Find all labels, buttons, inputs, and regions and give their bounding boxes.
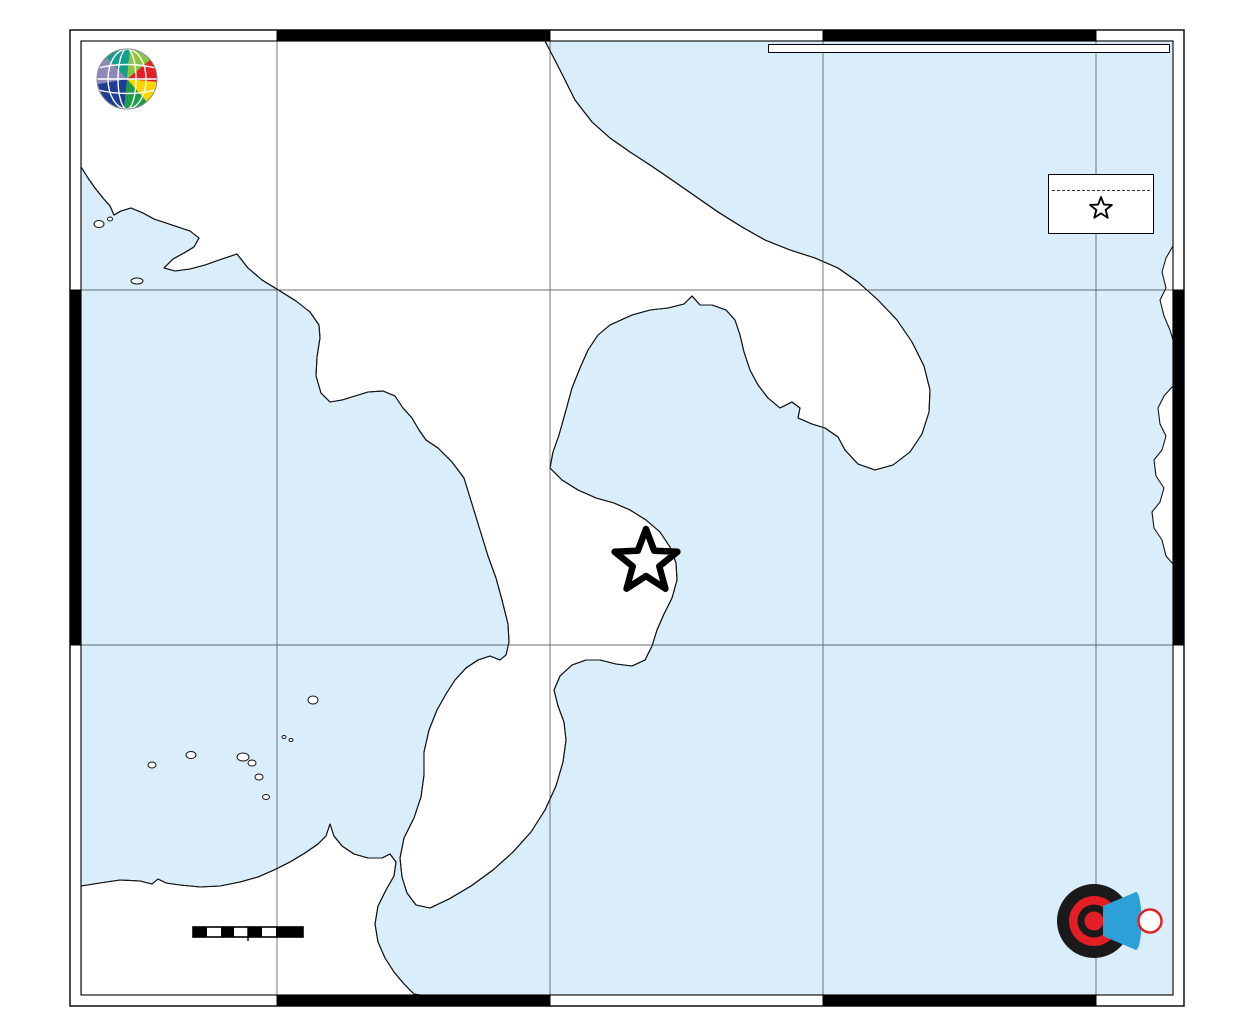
intensity-legend <box>1048 174 1154 234</box>
map-canvas <box>0 0 1254 1024</box>
question-badge-icon <box>1139 910 1162 933</box>
legend-divider <box>1052 190 1150 191</box>
map-page <box>0 0 1254 1024</box>
ingv-globe-icon <box>94 46 160 112</box>
earthquake-info-box <box>768 44 1170 53</box>
ingv-logo <box>94 44 394 114</box>
epicenter-legend-star-icon <box>1086 195 1116 222</box>
